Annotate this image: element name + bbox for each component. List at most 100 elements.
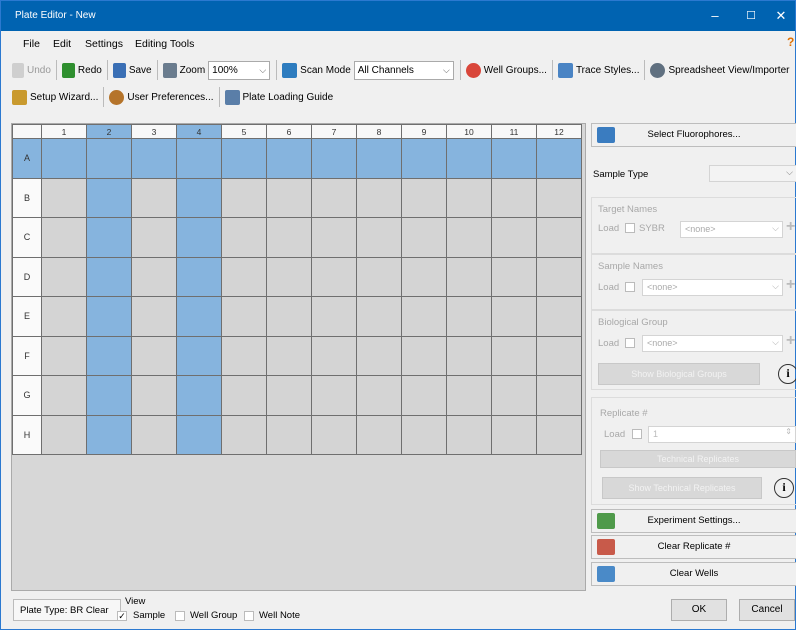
well-note-view-checkbox[interactable]	[244, 611, 254, 621]
well-E3[interactable]	[131, 296, 177, 337]
sample-type-dropdown[interactable]: ⌵	[709, 165, 796, 182]
well-G7[interactable]	[311, 375, 357, 416]
well-F4[interactable]	[176, 335, 222, 376]
well-F1[interactable]	[41, 335, 87, 376]
select-all-corner[interactable]	[12, 124, 42, 139]
well-G9[interactable]	[401, 375, 447, 416]
well-A1[interactable]	[41, 138, 87, 179]
well-B10[interactable]	[446, 177, 492, 218]
well-F10[interactable]	[446, 335, 492, 376]
column-header-9[interactable]: 9	[401, 124, 447, 139]
well-F3[interactable]	[131, 335, 177, 376]
row-header-A[interactable]: A	[12, 138, 42, 179]
column-header-6[interactable]: 6	[266, 124, 312, 139]
well-E1[interactable]	[41, 296, 87, 337]
row-header-D[interactable]: D	[12, 256, 42, 297]
well-D6[interactable]	[266, 256, 312, 297]
well-C4[interactable]	[176, 217, 222, 258]
user-preferences-button[interactable]: User Preferences...	[106, 86, 216, 108]
row-header-E[interactable]: E	[12, 296, 42, 337]
well-A7[interactable]	[311, 138, 357, 179]
column-header-3[interactable]: 3	[131, 124, 177, 139]
menu-edit[interactable]: Edit	[53, 38, 71, 50]
row-header-B[interactable]: B	[12, 177, 42, 218]
well-A3[interactable]	[131, 138, 177, 179]
well-C2[interactable]	[86, 217, 132, 258]
well-H3[interactable]	[131, 414, 177, 455]
close-button[interactable]: ✕	[765, 5, 796, 27]
column-header-12[interactable]: 12	[536, 124, 582, 139]
add-bio-group-icon[interactable]: +	[786, 332, 795, 350]
add-sample-icon[interactable]: +	[786, 276, 795, 294]
well-E8[interactable]	[356, 296, 402, 337]
well-B12[interactable]	[536, 177, 582, 218]
well-E9[interactable]	[401, 296, 447, 337]
target-name-dropdown[interactable]: <none> ⌵	[680, 221, 783, 238]
well-D5[interactable]	[221, 256, 267, 297]
redo-button[interactable]: Redo	[59, 59, 105, 81]
well-G5[interactable]	[221, 375, 267, 416]
scan-mode-button[interactable]: Scan Mode	[279, 59, 354, 81]
well-H5[interactable]	[221, 414, 267, 455]
well-C10[interactable]	[446, 217, 492, 258]
well-B8[interactable]	[356, 177, 402, 218]
column-header-8[interactable]: 8	[356, 124, 402, 139]
well-H4[interactable]	[176, 414, 222, 455]
well-A2[interactable]	[86, 138, 132, 179]
well-E7[interactable]	[311, 296, 357, 337]
well-G10[interactable]	[446, 375, 492, 416]
well-E4[interactable]	[176, 296, 222, 337]
well-E11[interactable]	[491, 296, 537, 337]
well-G4[interactable]	[176, 375, 222, 416]
well-D3[interactable]	[131, 256, 177, 297]
well-F6[interactable]	[266, 335, 312, 376]
well-C6[interactable]	[266, 217, 312, 258]
well-H9[interactable]	[401, 414, 447, 455]
well-E5[interactable]	[221, 296, 267, 337]
column-header-7[interactable]: 7	[311, 124, 357, 139]
well-C12[interactable]	[536, 217, 582, 258]
scan-mode-dropdown[interactable]: All Channels ⌵	[353, 60, 454, 80]
row-header-F[interactable]: F	[12, 335, 42, 376]
technical-replicates-button[interactable]: Technical Replicates	[600, 450, 796, 468]
well-A12[interactable]	[536, 138, 582, 179]
well-A9[interactable]	[401, 138, 447, 179]
well-F7[interactable]	[311, 335, 357, 376]
well-D12[interactable]	[536, 256, 582, 297]
well-A11[interactable]	[491, 138, 537, 179]
well-groups-button[interactable]: Well Groups...	[463, 59, 550, 81]
trace-styles-button[interactable]: Trace Styles...	[555, 59, 643, 81]
maximize-button[interactable]: ☐	[735, 5, 767, 27]
well-C5[interactable]	[221, 217, 267, 258]
spreadsheet-button[interactable]: Spreadsheet View/Importer	[647, 59, 792, 81]
ok-button[interactable]: OK	[671, 599, 727, 621]
well-H10[interactable]	[446, 414, 492, 455]
experiment-settings-button[interactable]: Experiment Settings...	[591, 509, 796, 533]
well-D10[interactable]	[446, 256, 492, 297]
well-H7[interactable]	[311, 414, 357, 455]
well-G12[interactable]	[536, 375, 582, 416]
well-G11[interactable]	[491, 375, 537, 416]
well-D1[interactable]	[41, 256, 87, 297]
help-icon[interactable]: ?	[787, 35, 794, 49]
save-button[interactable]: Save	[110, 59, 155, 81]
well-H12[interactable]	[536, 414, 582, 455]
well-C8[interactable]	[356, 217, 402, 258]
well-E10[interactable]	[446, 296, 492, 337]
well-D2[interactable]	[86, 256, 132, 297]
well-C1[interactable]	[41, 217, 87, 258]
row-header-G[interactable]: G	[12, 375, 42, 416]
well-D4[interactable]	[176, 256, 222, 297]
row-header-C[interactable]: C	[12, 217, 42, 258]
well-A5[interactable]	[221, 138, 267, 179]
biological-group-dropdown[interactable]: <none> ⌵	[642, 335, 783, 352]
well-F11[interactable]	[491, 335, 537, 376]
well-C3[interactable]	[131, 217, 177, 258]
add-target-icon[interactable]: +	[786, 218, 795, 236]
well-D7[interactable]	[311, 256, 357, 297]
show-technical-replicates-button[interactable]: Show Technical Replicates	[602, 477, 762, 499]
well-H6[interactable]	[266, 414, 312, 455]
undo-button[interactable]: Undo	[9, 59, 54, 81]
sample-name-dropdown[interactable]: <none> ⌵	[642, 279, 783, 296]
well-G6[interactable]	[266, 375, 312, 416]
